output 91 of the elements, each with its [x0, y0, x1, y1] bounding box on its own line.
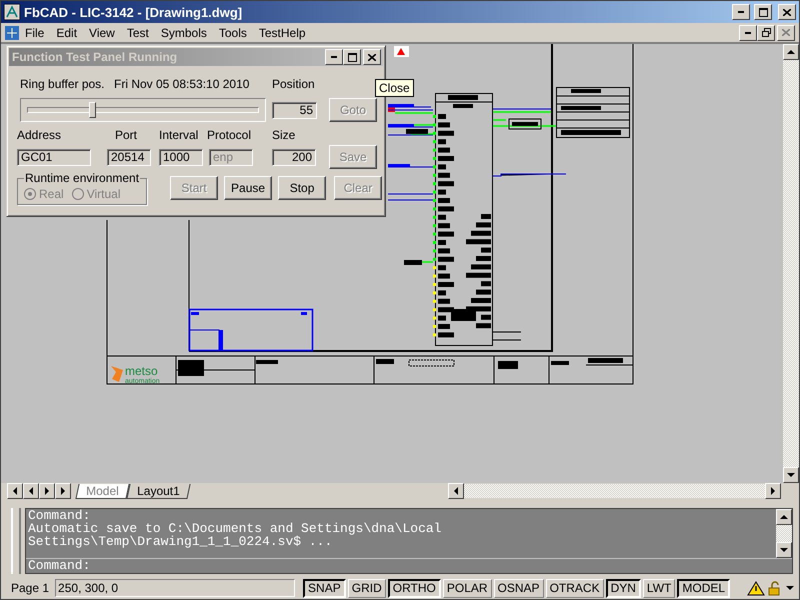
input-field[interactable]: 200 [272, 148, 316, 166]
layout-tab[interactable]: Layout1 [126, 484, 190, 498]
horizontal-scrollbar[interactable] [448, 484, 781, 498]
field-label: Interval [159, 128, 200, 142]
arrow-left-icon [12, 487, 18, 495]
minimize-button[interactable] [732, 4, 750, 20]
maximize-button[interactable] [343, 49, 361, 65]
dialog-title: Function Test Panel Running [12, 50, 178, 64]
status-toggle[interactable]: ORTHO [388, 578, 441, 598]
scroll-down-button[interactable] [783, 467, 799, 483]
status-toggle[interactable]: OSNAP [494, 578, 544, 598]
app-icon [4, 4, 20, 20]
first-tab-button[interactable] [7, 483, 23, 499]
minimize-icon [738, 11, 744, 13]
field-label: Port [115, 128, 138, 142]
page-label: Page 1 [10, 581, 50, 595]
restore-icon [762, 28, 770, 37]
status-toggle[interactable]: GRID [348, 578, 386, 598]
maximize-icon [758, 8, 768, 16]
status-toggle[interactable]: POLAR [442, 578, 492, 598]
scroll-down-button[interactable] [776, 542, 792, 558]
field-label: Size [272, 128, 296, 142]
menu-item[interactable]: Edit [50, 26, 84, 40]
arrow-right-icon [770, 487, 776, 495]
minimize-icon [331, 56, 337, 58]
panel-button[interactable]: Stop [278, 176, 326, 200]
arrow-right-icon [44, 487, 50, 495]
logo-mark-icon [111, 366, 123, 382]
scroll-right-button[interactable] [765, 483, 781, 499]
minimize-button[interactable] [739, 24, 757, 40]
close-button[interactable] [777, 24, 795, 40]
ring-buffer-label: Ring buffer pos. [20, 77, 106, 91]
group-legend: Runtime environment [24, 171, 140, 185]
vertical-scrollbar[interactable] [783, 44, 799, 483]
maximize-button[interactable] [754, 4, 772, 20]
close-button[interactable] [363, 49, 381, 65]
close-button[interactable] [778, 4, 796, 20]
input-field[interactable]: GC01 [17, 148, 91, 166]
menu-item[interactable]: File [19, 26, 50, 40]
status-toggle[interactable]: SNAP [303, 578, 346, 598]
arrow-right-icon [60, 487, 66, 495]
next-tab-button[interactable] [39, 483, 55, 499]
restore-button[interactable] [757, 24, 775, 40]
scroll-up-button[interactable] [783, 44, 799, 60]
menu-item[interactable]: Test [120, 26, 155, 40]
close-icon [782, 29, 790, 36]
menu-item[interactable]: Tools [212, 26, 253, 40]
minimize-icon [745, 32, 751, 34]
arrow-left-icon [28, 487, 34, 495]
layout-tab[interactable]: Model [75, 484, 130, 498]
panel-button[interactable]: Pause [224, 176, 272, 200]
position-field[interactable]: 55 [272, 102, 317, 118]
window-title: FbCAD - LIC-3142 - [Drawing1.dwg] [24, 4, 244, 20]
field-label: Address [17, 128, 62, 142]
arrow-up-icon [780, 514, 788, 520]
command-history: Command: Automatic save to C:\Documents and Settings\dna\Local Settings\Temp\Drawing1_1_1_0224.sv$ ... [27, 509, 442, 551]
input-field[interactable]: 20514 [107, 148, 151, 166]
scroll-left-button[interactable] [448, 483, 464, 499]
minimize-button[interactable] [325, 49, 343, 65]
arrow-down-icon [787, 472, 795, 478]
arrow-left-icon [453, 487, 460, 495]
resize-grip[interactable] [11, 508, 21, 574]
maximize-icon [348, 52, 356, 62]
position-label: Position [272, 77, 315, 91]
arrow-down-icon [780, 547, 788, 553]
previous-tab-button[interactable] [23, 483, 39, 499]
close-icon [783, 8, 791, 16]
document-icon [5, 26, 19, 40]
status-toggle[interactable]: OTRACK [546, 578, 604, 598]
command-prompt[interactable]: Command: [26, 559, 792, 573]
menu-item[interactable]: TestHelp [252, 26, 312, 40]
warning-icon [394, 46, 409, 57]
menu-item[interactable]: Symbols [154, 26, 213, 40]
status-toggle[interactable]: LWT [642, 578, 676, 598]
warning-icon[interactable] [747, 580, 765, 596]
menu-item[interactable]: View [83, 26, 121, 40]
caret-icon[interactable] [785, 584, 795, 592]
close-icon [368, 54, 376, 60]
last-tab-button[interactable] [55, 483, 71, 499]
status-toggle[interactable]: MODEL [677, 578, 730, 598]
arrow-up-icon [787, 49, 795, 55]
tooltip: Close [375, 79, 414, 97]
status-toggle[interactable]: DYN [606, 578, 641, 598]
slider-thumb[interactable] [89, 102, 96, 118]
timestamp: Fri Nov 05 08:53:10 2010 [114, 77, 250, 91]
field-label: Protocol [207, 128, 252, 142]
coordinates-display: 250, 300, 0 [55, 579, 296, 597]
scroll-up-button[interactable] [776, 509, 792, 525]
input-field[interactable]: 1000 [159, 148, 203, 166]
command-scrollbar[interactable] [776, 509, 792, 558]
logo-text: metso [125, 364, 158, 378]
